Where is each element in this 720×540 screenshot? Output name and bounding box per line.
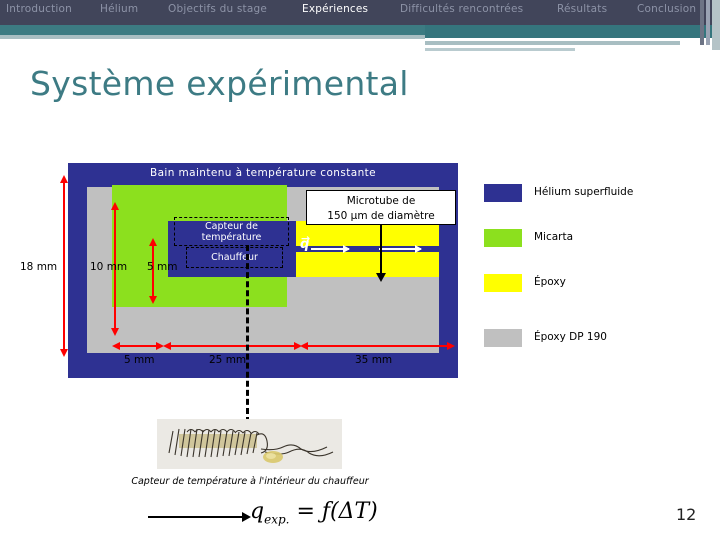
heater-label: Chauffeur (211, 252, 258, 263)
formula-rhs: = ƒ(ΔT) (289, 499, 378, 524)
epoxy-region-bottom (296, 252, 439, 277)
flow-arrow-left (311, 245, 350, 253)
sensor-photo-graphic (157, 419, 342, 469)
legend-swatch-epoxy (484, 274, 522, 292)
header-right-bar-1 (700, 0, 704, 45)
header-accent-line-1 (0, 35, 425, 39)
header-accent-line-3 (425, 48, 575, 51)
flow-arrow-right (379, 245, 422, 253)
sensor-label-line2: température (201, 232, 262, 243)
page-title: Système expérimental (30, 64, 409, 103)
top-navigation-bar: Introduction Hélium Objectifs du stage E… (0, 0, 720, 25)
callout-line2: 150 µm de diamètre (327, 210, 435, 222)
dimension-label-seg3: 35 mm (355, 354, 393, 366)
dimension-arrow-18mm (60, 175, 68, 357)
legend-swatch-micarta (484, 229, 522, 247)
bath-label: Bain maintenu à température constante (149, 167, 377, 179)
sensor-label-line1: Capteur de (205, 221, 258, 232)
legend-label-epoxy-dp190: Époxy DP 190 (534, 331, 607, 343)
vector-arrow-icon: → (301, 232, 311, 245)
photo-caption: Capteur de température à l'intérieur du … (131, 476, 369, 487)
heater-box: Chauffeur (186, 247, 283, 268)
legend-label-helium: Hélium superfluide (534, 186, 634, 198)
dimension-arrow-seg2 (163, 342, 302, 350)
temperature-sensor-box: Capteur de température (174, 217, 289, 246)
header-teal-band-right (425, 25, 720, 38)
legend-swatch-helium (484, 184, 522, 202)
dimension-label-18mm: 18 mm (20, 261, 58, 273)
dimension-label-10mm: 10 mm (90, 261, 128, 273)
microtube-callout: Microtube de 150 µm de diamètre (306, 190, 456, 225)
legend-label-micarta: Micarta (534, 231, 574, 243)
legend-label-epoxy: Époxy (534, 276, 566, 288)
temperature-sensor-photo (157, 419, 342, 469)
dimension-arrow-seg1 (112, 342, 164, 350)
formula-lhs-subscript: exp. (264, 512, 290, 527)
legend-swatch-epoxy-dp190 (484, 329, 522, 347)
dimension-arrow-seg3 (300, 342, 455, 350)
dimension-label-seg2: 25 mm (209, 354, 247, 366)
nav-item-experiences[interactable]: Expériences (302, 3, 368, 15)
dimension-label-seg1: 5 mm (124, 354, 155, 366)
header-right-bar-2 (706, 0, 710, 45)
header-right-bar-3 (712, 0, 720, 50)
heat-flux-symbol: → q (300, 232, 311, 252)
nav-item-introduction[interactable]: Introduction (6, 3, 72, 15)
formula-lhs: q (250, 499, 265, 524)
nav-item-resultats[interactable]: Résultats (557, 3, 607, 15)
page-number: 12 (676, 505, 697, 524)
nav-item-difficultes[interactable]: Difficultés rencontrées (400, 3, 523, 15)
formula-arrow (148, 512, 251, 522)
callout-pointer-arrow (376, 225, 386, 282)
nav-item-conclusion[interactable]: Conclusion (637, 3, 696, 15)
dimension-label-5mm: 5 mm (147, 261, 178, 273)
result-formula: qexp. = ƒ(ΔT) (250, 499, 378, 526)
nav-item-helium[interactable]: Hélium (100, 3, 138, 15)
sensor-to-photo-connector (243, 245, 255, 432)
header-accent-line-2 (425, 41, 680, 45)
nav-item-objectifs[interactable]: Objectifs du stage (168, 3, 267, 15)
callout-line1: Microtube de (346, 195, 416, 207)
